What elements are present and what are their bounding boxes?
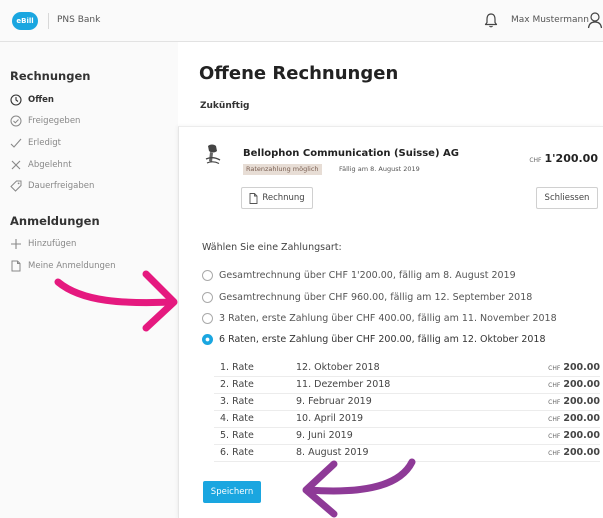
rate-amount: CHF 200.00 [548,396,600,407]
top-header: eBill PNS Bank Max Mustermann [0,0,603,42]
currency-label: CHF [548,433,561,440]
table-row: 2. Rate 11. Dezember 2018 CHF 200.00 [214,377,600,394]
currency-label: CHF [548,382,561,389]
sidebar-item-offen[interactable]: Offen [10,92,54,108]
sidebar-item-label: Freigegeben [28,116,81,126]
table-row: 4. Rate 10. April 2019 CHF 200.00 [214,411,600,428]
amount-value: 1'200.00 [544,152,598,165]
payment-option-6-rates[interactable]: 6 Raten, erste Zahlung über CHF 200.00, … [202,332,546,346]
rate-amount: CHF 200.00 [548,413,600,424]
bell-icon[interactable] [484,12,498,28]
radio-button[interactable] [202,291,213,303]
rate-date: 9. Juni 2019 [296,430,353,441]
sidebar-item-abgelehnt[interactable]: Abgelehnt [10,157,72,173]
table-row: 5. Rate 9. Juni 2019 CHF 200.00 [214,428,600,445]
header-divider [48,13,49,29]
amount-value: 200.00 [563,379,600,390]
biller-logo-icon [205,144,221,164]
clock-check-icon [10,115,22,127]
payment-option-3-rates[interactable]: 3 Raten, erste Zahlung über CHF 400.00, … [202,311,557,325]
amount-value: 200.00 [563,447,600,458]
due-date: Fällig am 8. August 2019 [339,165,420,173]
user-name[interactable]: Max Mustermann [511,15,589,25]
sidebar-title-invoices: Rechnungen [10,69,91,83]
rate-amount: CHF 200.00 [548,447,600,458]
radio-button[interactable] [202,312,213,324]
radio-button[interactable] [202,269,213,281]
payment-option-label: 3 Raten, erste Zahlung über CHF 400.00, … [219,312,557,324]
sidebar-item-label: Dauerfreigaben [28,181,95,191]
amount-value: 200.00 [563,362,600,373]
x-icon [11,160,21,170]
rate-amount: CHF 200.00 [548,379,600,390]
currency-label: CHF [548,416,561,423]
currency-label: CHF [548,365,561,372]
payment-option-label: Gesamtrechnung über CHF 960.00, fällig a… [219,291,533,303]
close-button[interactable]: Schliessen [536,187,598,209]
currency-label: CHF [529,157,542,164]
logo-text: eBill [16,17,34,25]
installment-badge: Ratenzahlung möglich [243,164,322,175]
table-row: 6. Rate 8. August 2019 CHF 200.00 [214,445,600,462]
clock-icon [10,94,22,106]
rate-amount: CHF 200.00 [548,362,600,373]
amount-value: 200.00 [563,430,600,441]
rate-date: 12. Oktober 2018 [296,362,380,373]
tag-icon [10,180,22,192]
rate-number: 1. Rate [220,362,254,373]
sidebar-item-dauerfreigaben[interactable]: Dauerfreigaben [10,178,94,194]
payment-option-label: 6 Raten, erste Zahlung über CHF 200.00, … [219,333,546,345]
sidebar-item-erledigt[interactable]: Erledigt [10,135,61,151]
rate-date: 9. Februar 2019 [296,396,372,407]
rate-date: 11. Dezember 2018 [296,379,391,390]
rate-amount: CHF 200.00 [548,430,600,441]
rate-number: 6. Rate [220,447,254,458]
user-icon[interactable] [587,11,603,29]
plus-icon [11,239,21,249]
currency-label: CHF [548,399,561,406]
payment-option-full-aug-2019[interactable]: Gesamtrechnung über CHF 1'200.00, fällig… [202,268,516,282]
currency-label: CHF [548,450,561,457]
rate-number: 4. Rate [220,413,254,424]
payment-option-full-sep-2018[interactable]: Gesamtrechnung über CHF 960.00, fällig a… [202,290,532,304]
bank-name: PNS Bank [57,15,101,25]
rate-date: 10. April 2019 [296,413,364,424]
sidebar-item-label: Meine Anmeldungen [28,261,116,271]
sidebar-item-meine-anmeldungen[interactable]: Meine Anmeldungen [10,258,116,274]
payment-method-label: Wählen Sie eine Zahlungsart: [202,242,342,253]
payment-option-label: Gesamtrechnung über CHF 1'200.00, fällig… [219,269,516,281]
check-icon [10,138,22,148]
rate-number: 3. Rate [220,396,254,407]
sidebar-title-registrations: Anmeldungen [10,214,100,228]
sidebar-item-label: Hinzufügen [28,239,77,249]
sidebar: Rechnungen Offen Freigegeben Erledigt Ab… [0,42,178,518]
rate-date: 8. August 2019 [296,447,369,458]
amount-value: 200.00 [563,396,600,407]
section-label: Zukünftig [200,101,250,111]
amount-value: 200.00 [563,413,600,424]
table-row: 1. Rate 12. Oktober 2018 CHF 200.00 [214,360,600,377]
invoice-button-label: Rechnung [262,193,305,203]
sidebar-item-label: Abgelehnt [28,160,72,170]
sidebar-item-freigegeben[interactable]: Freigegeben [10,113,80,129]
table-row: 3. Rate 9. Februar 2019 CHF 200.00 [214,394,600,411]
rate-number: 5. Rate [220,430,254,441]
sidebar-item-hinzufuegen[interactable]: Hinzufügen [10,236,76,252]
invoice-button[interactable]: Rechnung [241,187,313,209]
document-icon [11,260,21,272]
rate-number: 2. Rate [220,379,254,390]
biller-name: Bellophon Communication (Suisse) AG [243,148,459,159]
save-button[interactable]: Speichern [203,481,261,503]
document-icon [249,192,258,204]
sidebar-item-label: Erledigt [28,138,61,148]
ebill-logo[interactable]: eBill [12,12,38,30]
page-title: Offene Rechnungen [199,63,399,84]
sidebar-item-label: Offen [28,95,54,105]
radio-button-selected[interactable] [202,333,213,345]
invoice-amount: CHF 1'200.00 [529,147,598,166]
